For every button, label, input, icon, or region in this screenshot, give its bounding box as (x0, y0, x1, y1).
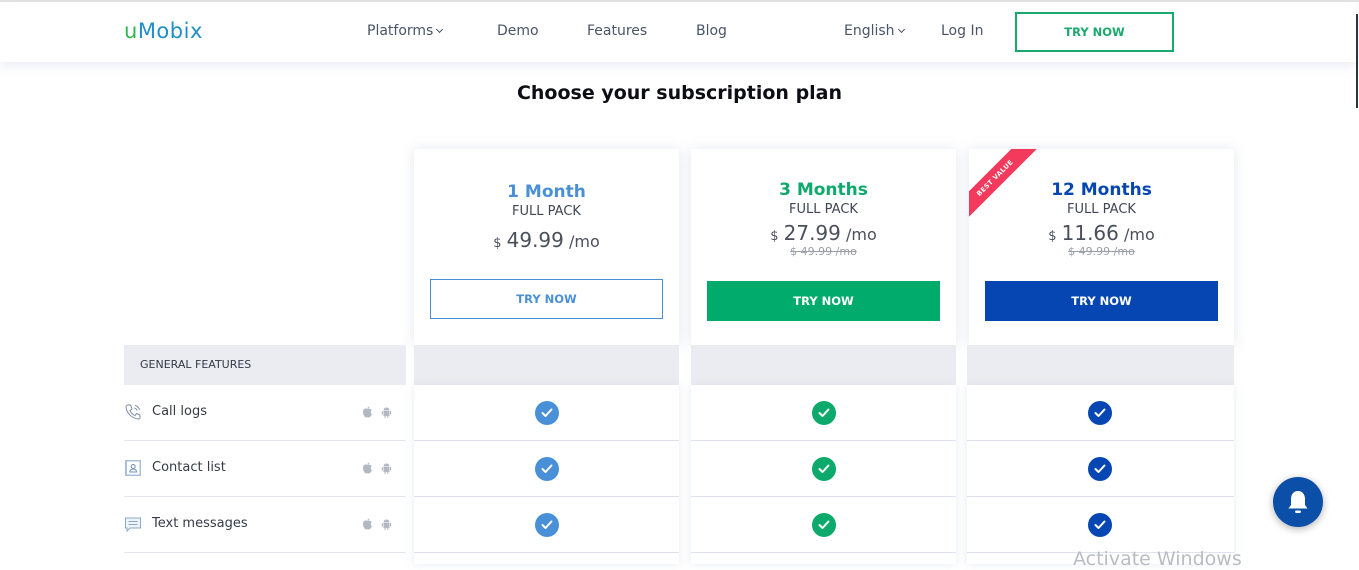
check-icon (534, 457, 559, 481)
nav-platforms[interactable]: Platforms (367, 23, 444, 39)
button-label: TRY NOW (1071, 294, 1132, 308)
check-icon (811, 457, 836, 481)
header-try-now-button[interactable]: TRY NOW (1015, 12, 1174, 52)
nav-label: Features (587, 23, 648, 39)
row-separator (414, 552, 679, 553)
row-separator (967, 496, 1234, 497)
feature-label: Text messages (152, 516, 248, 531)
old-price: $ 49.99 /mo (1068, 245, 1135, 258)
price-amount: 49.99 (506, 228, 564, 252)
logo[interactable]: uMobix (124, 19, 203, 43)
notification-bell-button[interactable] (1273, 477, 1323, 527)
row-separator (414, 440, 679, 441)
plan-subtitle: FULL PACK (1067, 202, 1136, 217)
plan-name: 12 Months (1051, 180, 1152, 200)
check-icon (811, 401, 836, 425)
plan-card-12-months: BEST VALUE 12 Months FULL PACK $ 11.66 /… (969, 149, 1234, 345)
message-icon (125, 517, 141, 533)
logo-text: Mobix (137, 19, 203, 43)
feature-row-contact-list: Contact list (124, 441, 406, 497)
column-header-1-month (414, 345, 679, 385)
check-icon (1088, 457, 1112, 481)
android-icon (381, 407, 392, 418)
android-icon (381, 463, 392, 474)
check-icon (811, 513, 836, 537)
android-icon (381, 519, 392, 530)
activate-windows-watermark: Activate Windows (1073, 548, 1242, 570)
bell-icon (1288, 491, 1308, 513)
platform-icons (362, 406, 392, 418)
plan-name: 3 Months (779, 180, 868, 200)
logo-u: u (124, 19, 138, 43)
login-label: Log In (941, 23, 984, 39)
old-price: $ 49.99 /mo (790, 245, 857, 258)
nav-features[interactable]: Features (587, 23, 647, 39)
plan-price: $ 49.99 /mo (414, 228, 679, 252)
price-period: /mo (568, 232, 600, 251)
try-now-button-3-months[interactable]: TRY NOW (707, 281, 940, 321)
nav-label: Demo (497, 23, 539, 39)
row-separator (691, 440, 956, 441)
apple-icon (363, 518, 372, 530)
plan-name: 1 Month (507, 182, 586, 202)
plan-price: $ 27.99 /mo (691, 221, 956, 245)
price-period: /mo (845, 225, 877, 244)
apple-icon (363, 462, 372, 474)
column-header-12-months (967, 345, 1234, 385)
price-amount: 27.99 (783, 221, 841, 245)
check-icon (534, 513, 559, 537)
row-separator (967, 440, 1234, 441)
plan-price: $ 11.66 /mo (969, 221, 1234, 245)
currency: $ (493, 236, 502, 251)
column-header-3-months (691, 345, 956, 385)
check-icon (1088, 401, 1112, 425)
check-icon (534, 401, 559, 425)
currency: $ (1048, 229, 1057, 244)
feature-label: Call logs (152, 404, 207, 419)
plan-subtitle: FULL PACK (512, 204, 581, 219)
feature-row-text-messages: Text messages (124, 497, 406, 553)
apple-icon (363, 406, 372, 418)
features-section-header: GENERAL FEATURES (124, 345, 406, 385)
price-period: /mo (1123, 225, 1155, 244)
try-now-button-12-months[interactable]: TRY NOW (985, 281, 1218, 321)
button-label: TRY NOW (516, 292, 577, 306)
scrollbar[interactable] (1356, 14, 1358, 108)
platform-icons (362, 462, 392, 474)
nav-blog[interactable]: Blog (696, 23, 727, 39)
page-title: Choose your subscription plan (516, 82, 843, 104)
platform-icons (362, 518, 392, 530)
check-icon (1088, 513, 1112, 537)
button-label: TRY NOW (1064, 25, 1125, 39)
plan-card-1-month: 1 Month FULL PACK $ 49.99 /mo TRY NOW (414, 149, 679, 345)
button-label: TRY NOW (793, 294, 854, 308)
try-now-button-1-month[interactable]: TRY NOW (430, 279, 663, 319)
feature-label: Contact list (152, 460, 226, 475)
price-amount: 11.66 (1061, 221, 1119, 245)
phone-icon (125, 404, 141, 420)
chevron-down-icon (436, 25, 444, 34)
row-separator (691, 496, 956, 497)
site-header: uMobix Platforms Demo Features Blog Engl… (0, 2, 1356, 62)
plan-subtitle: FULL PACK (789, 202, 858, 217)
language-selector[interactable]: English (844, 23, 905, 39)
nav-label: Blog (696, 23, 727, 39)
nav-demo[interactable]: Demo (497, 23, 539, 39)
language-label: English (844, 23, 895, 39)
chevron-down-icon (897, 25, 905, 34)
feature-row-call-logs: Call logs (124, 385, 406, 441)
plan-card-3-months: 3 Months FULL PACK $ 27.99 /mo $ 49.99 /… (691, 149, 956, 345)
nav-label: Platforms (367, 23, 434, 39)
contact-icon (125, 460, 141, 476)
login-link[interactable]: Log In (941, 23, 983, 39)
row-separator (691, 552, 956, 553)
currency: $ (770, 229, 779, 244)
row-separator (414, 496, 679, 497)
